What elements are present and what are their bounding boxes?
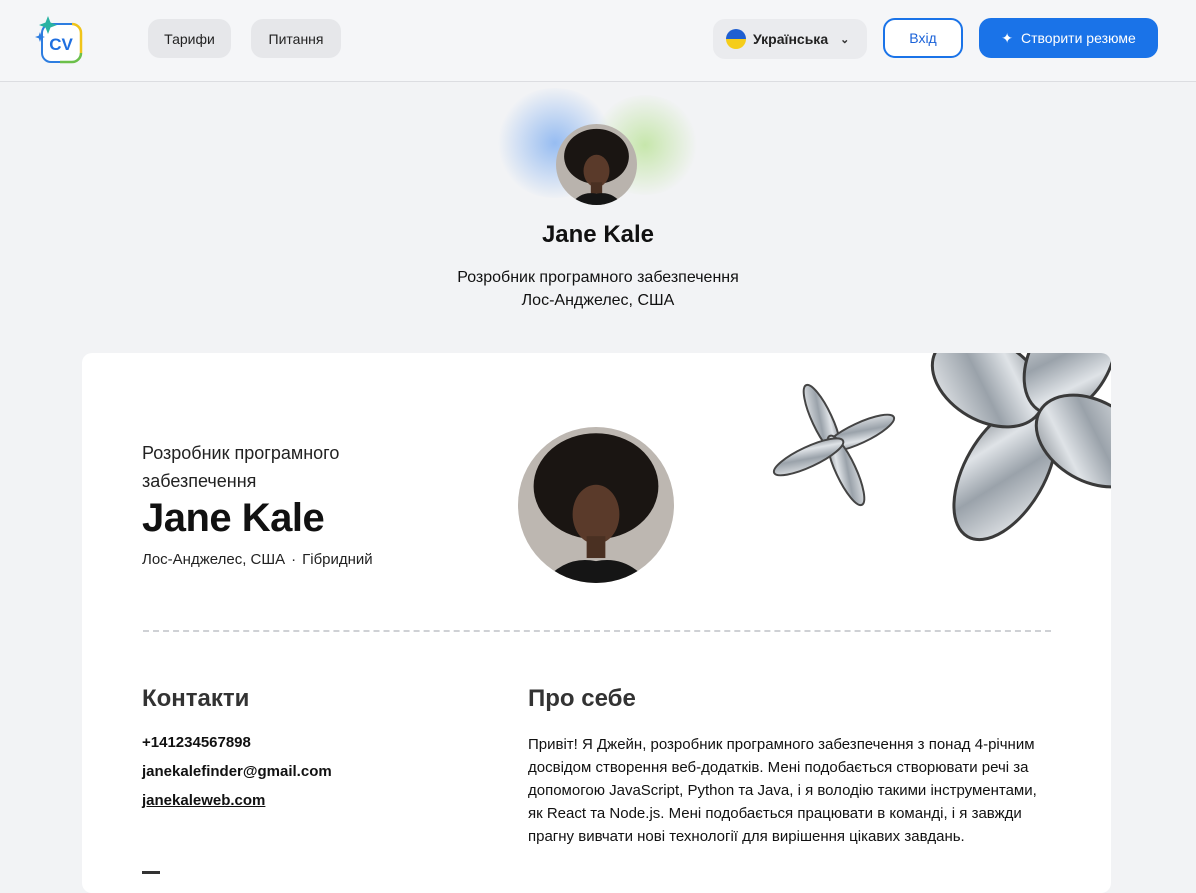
nav-faq-button[interactable]: Питання bbox=[251, 19, 341, 58]
create-resume-label: Створити резюме bbox=[1020, 30, 1136, 46]
about-text: Привіт! Я Джейн, розробник програмного з… bbox=[528, 736, 1037, 845]
language-selector[interactable]: Українська ⌄ bbox=[713, 19, 867, 59]
avatar bbox=[556, 124, 637, 205]
nav-pricing-button[interactable]: Тарифи bbox=[148, 19, 231, 58]
resume-location: Лос-Анджелес, США bbox=[142, 551, 286, 568]
resume-work-mode: Гібридний bbox=[302, 551, 373, 568]
separator-dot: · bbox=[291, 551, 297, 568]
resume-avatar bbox=[518, 427, 674, 583]
decorative-flowers bbox=[772, 353, 1111, 542]
resume-role: Розробник програмного забезпечення bbox=[142, 443, 340, 491]
svg-text:CV: CV bbox=[49, 35, 73, 54]
about-heading: Про себе bbox=[528, 685, 636, 712]
contact-website-link[interactable]: janekaleweb.com bbox=[142, 792, 265, 809]
language-label: Українська bbox=[753, 31, 829, 47]
section-divider bbox=[143, 630, 1051, 632]
chevron-down-icon: ⌄ bbox=[840, 33, 850, 46]
contact-phone: +141234567898 bbox=[142, 734, 251, 751]
contact-email: janekalefinder@gmail.com bbox=[142, 763, 332, 780]
resume-meta: Лос-Анджелес, США · Гібридний bbox=[142, 551, 373, 568]
create-resume-button[interactable]: ✦ Створити резюме bbox=[979, 18, 1158, 58]
hero-location: Лос-Анджелес, США bbox=[521, 292, 675, 309]
top-navigation-bar: CV Тарифи Питання Українська ⌄ Вхід ✦ Ст… bbox=[0, 0, 1196, 82]
hero-name: Jane Kale bbox=[541, 221, 655, 248]
cv-logo-icon[interactable]: CV bbox=[34, 14, 84, 64]
contacts-heading: Контакти bbox=[142, 685, 250, 712]
resume-name: Jane Kale bbox=[142, 496, 325, 540]
resume-card: Розробник програмного забезпечення Jane … bbox=[82, 353, 1111, 893]
hero-role: Розробник програмного забезпечення bbox=[457, 269, 739, 286]
ukraine-flag-icon bbox=[726, 29, 746, 49]
login-button[interactable]: Вхід bbox=[883, 18, 963, 58]
sparkle-icon: ✦ bbox=[1001, 29, 1013, 46]
